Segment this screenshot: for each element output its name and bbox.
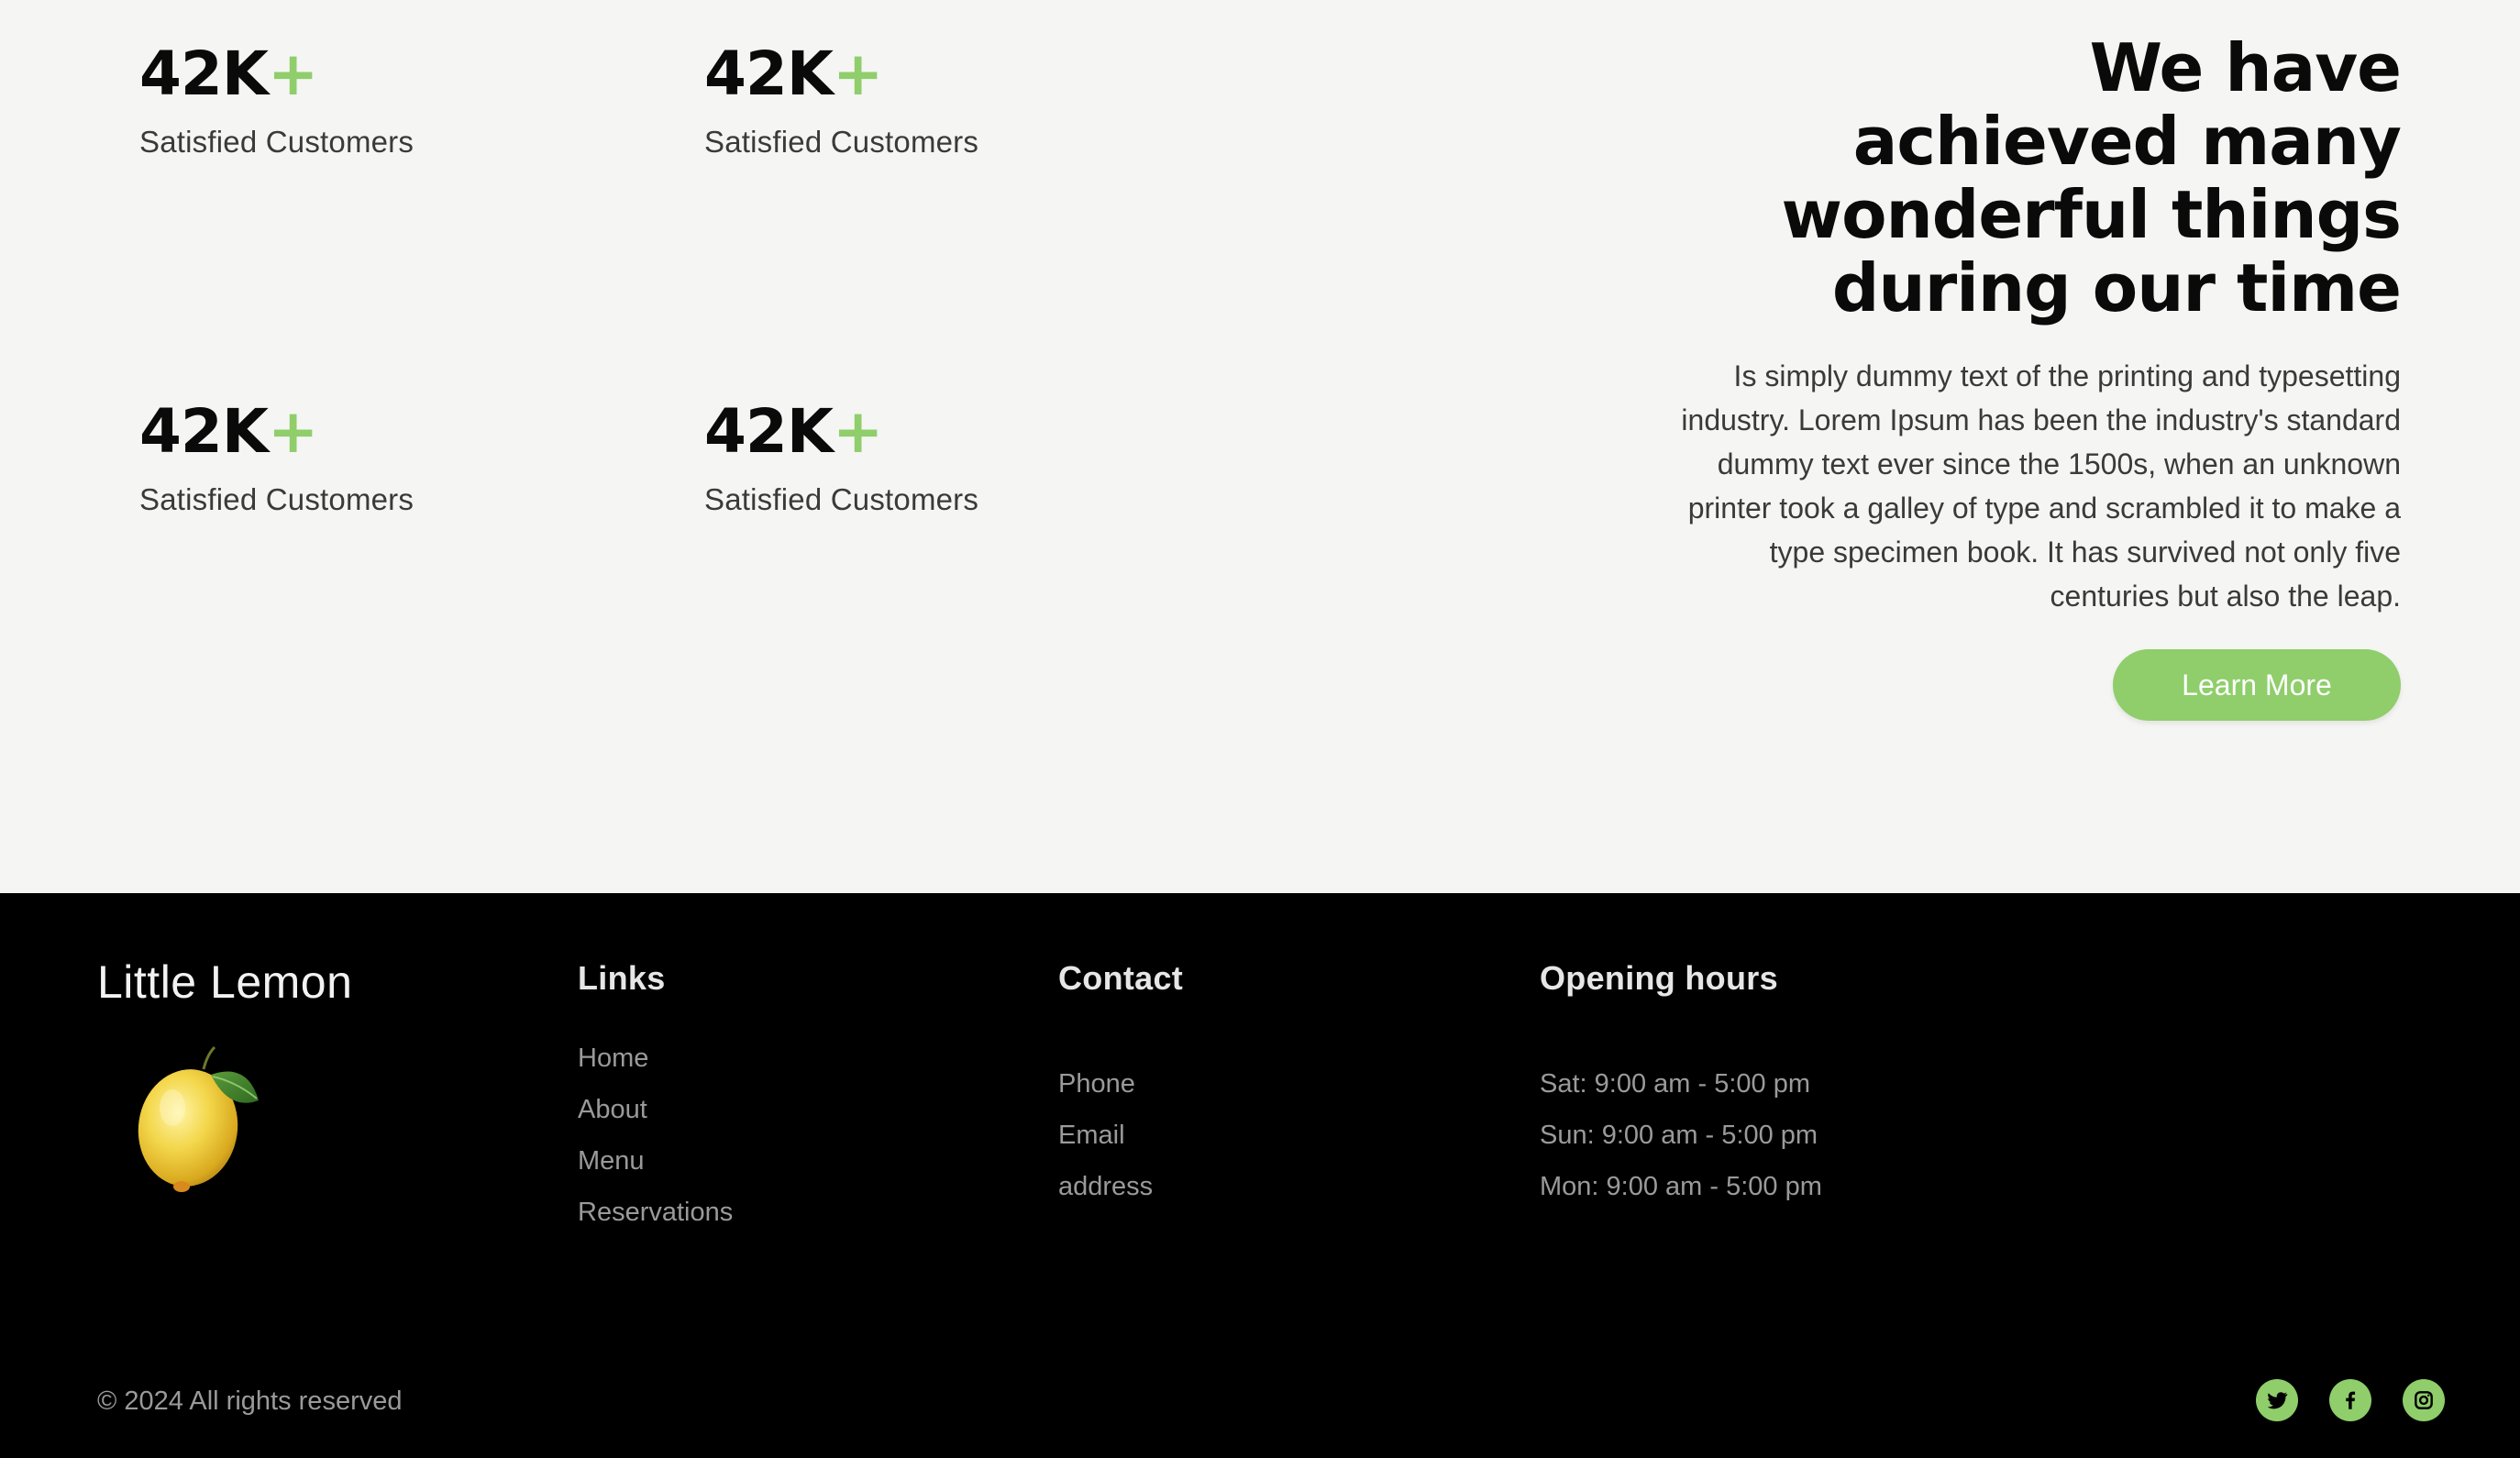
stat-value: 42K xyxy=(704,39,834,109)
contact-phone[interactable]: Phone xyxy=(1058,1058,1183,1110)
stat-number: 42K+ xyxy=(139,44,616,105)
social-links xyxy=(2256,1379,2445,1421)
stat-number: 42K+ xyxy=(704,402,1181,462)
stat-plus: + xyxy=(268,396,318,467)
lemon-logo-icon xyxy=(138,1045,259,1192)
footer-hours-column: Opening hours Sat: 9:00 am - 5:00 pm Sun… xyxy=(1540,959,1822,1212)
footer-contact-column: Contact Phone Email address xyxy=(1058,959,1183,1212)
stat-value: 42K xyxy=(139,396,269,467)
facebook-icon[interactable] xyxy=(2329,1379,2371,1421)
hours-list: Sat: 9:00 am - 5:00 pm Sun: 9:00 am - 5:… xyxy=(1540,1058,1822,1212)
links-heading: Links xyxy=(578,959,666,997)
facebook-glyph xyxy=(2346,1391,2356,1409)
instagram-glyph xyxy=(2415,1391,2433,1409)
hours-sunday: Sun: 9:00 am - 5:00 pm xyxy=(1540,1121,1818,1150)
footer-brand: Little Lemon xyxy=(97,955,352,1192)
stat-label: Satisfied Customers xyxy=(704,125,979,159)
stat-number: 42K+ xyxy=(704,44,1181,105)
stat-item: 42K+ Satisfied Customers xyxy=(139,402,616,517)
achievement-title-line: wonderful things xyxy=(1781,176,2402,253)
stat-value: 42K xyxy=(139,39,269,109)
achievement-description: Is simply dummy text of the printing and… xyxy=(1612,354,2401,618)
twitter-icon[interactable] xyxy=(2256,1379,2298,1421)
footer-link-reservations[interactable]: Reservations xyxy=(578,1187,733,1238)
achievement-title-line: achieved many xyxy=(1852,103,2402,180)
learn-more-button[interactable]: Learn More xyxy=(2113,649,2401,721)
stat-label: Satisfied Customers xyxy=(704,482,979,516)
contact-list: Phone Email address xyxy=(1058,1058,1183,1212)
stat-plus: + xyxy=(268,39,318,109)
hours-saturday: Sat: 9:00 am - 5:00 pm xyxy=(1540,1069,1810,1099)
stat-plus: + xyxy=(833,396,883,467)
stat-plus: + xyxy=(833,39,883,109)
achievement-title-line: during our time xyxy=(1831,249,2402,326)
contact-heading: Contact xyxy=(1058,959,1184,997)
description-line: Is simply dummy text of the printing and… xyxy=(1733,359,2401,392)
stat-item: 42K+ Satisfied Customers xyxy=(704,44,1181,160)
footer: Little Lemon Links Home About Menu Reser… xyxy=(0,893,2520,1458)
instagram-icon[interactable] xyxy=(2403,1379,2445,1421)
stat-label: Satisfied Customers xyxy=(139,125,414,159)
stat-value: 42K xyxy=(704,396,834,467)
description-line: printer took a galley of type and scramb… xyxy=(1687,492,2401,525)
brand-name[interactable]: Little Lemon xyxy=(97,955,352,1009)
achievement-title-line: We have xyxy=(2089,29,2402,106)
description-line: type specimen book. It has survived not … xyxy=(1769,536,2401,569)
description-line: dummy text ever since the 1500s, when an… xyxy=(1717,447,2401,480)
links-list: Home About Menu Reservations xyxy=(578,1033,733,1238)
copyright-text: © 2024 All rights reserved xyxy=(97,1386,403,1416)
description-line: centuries but also the leap. xyxy=(2050,580,2401,613)
stats-section: 42K+ Satisfied Customers 42K+ Satisfied … xyxy=(0,0,2520,893)
stat-label: Satisfied Customers xyxy=(139,482,414,516)
stat-item: 42K+ Satisfied Customers xyxy=(139,44,616,160)
contact-email[interactable]: Email xyxy=(1058,1110,1183,1161)
achievement-title: We have achieved many wonderful things d… xyxy=(1612,29,2402,326)
hours-heading: Opening hours xyxy=(1540,959,1778,997)
footer-links-column: Links Home About Menu Reservations xyxy=(578,959,733,1238)
contact-address[interactable]: address xyxy=(1058,1161,1183,1212)
footer-link-about[interactable]: About xyxy=(578,1084,733,1135)
footer-link-menu[interactable]: Menu xyxy=(578,1135,733,1187)
twitter-glyph xyxy=(2267,1392,2288,1409)
description-line: industry. Lorem Ipsum has been the indus… xyxy=(1681,403,2401,436)
stat-item: 42K+ Satisfied Customers xyxy=(704,402,1181,517)
hours-monday: Mon: 9:00 am - 5:00 pm xyxy=(1540,1172,1822,1201)
stat-number: 42K+ xyxy=(139,402,616,462)
achievement-block: We have achieved many wonderful things d… xyxy=(1612,29,2402,721)
footer-link-home[interactable]: Home xyxy=(578,1033,733,1084)
